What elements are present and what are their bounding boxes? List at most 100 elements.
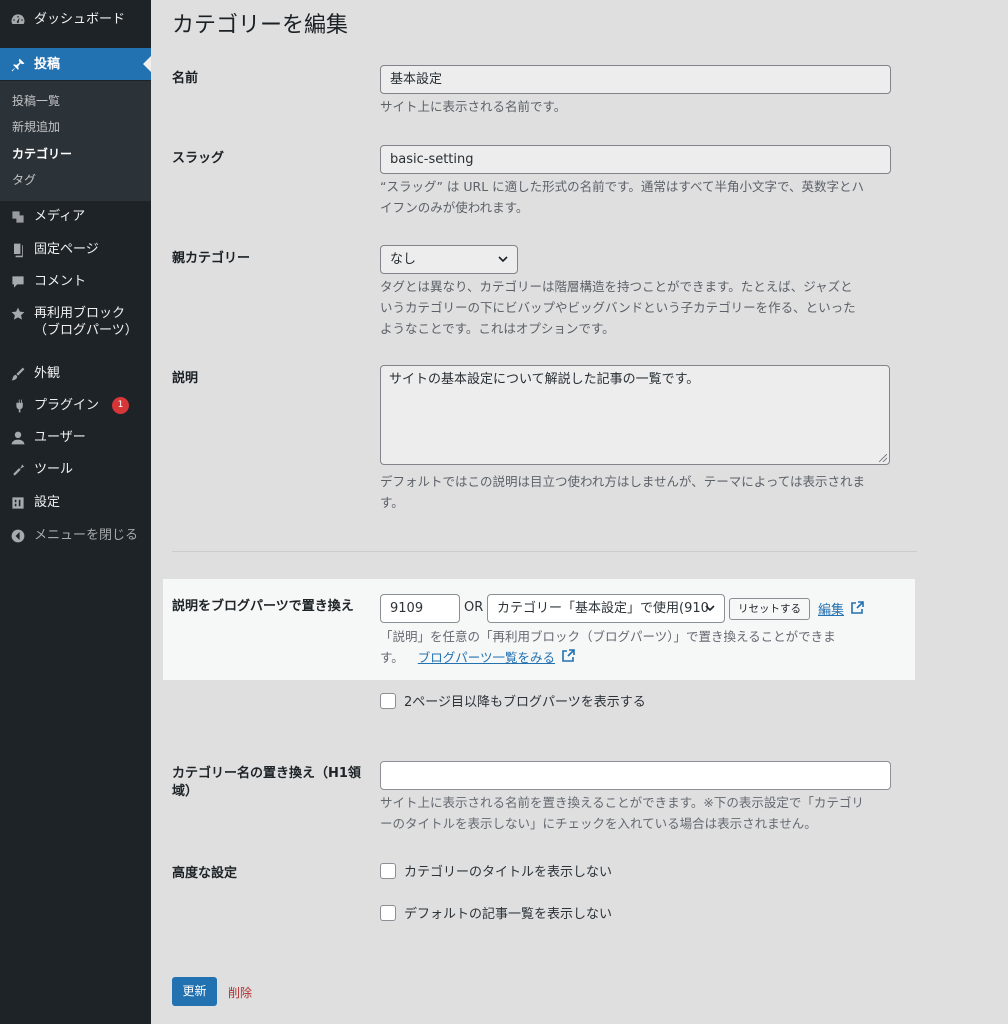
slug-desc-line-2: イフンのみが使われます。 <box>380 200 529 215</box>
menu-posts[interactable]: 投稿 <box>0 48 151 80</box>
page-title: カテゴリーを編集 <box>172 13 349 38</box>
menu-media-label: メディア <box>34 209 86 224</box>
description-help-line-1: デフォルトではこの説明は目立つ使われ方はしませんが、テーマによっては表示されま <box>380 474 866 489</box>
blockparts-select[interactable]: カテゴリー「基本設定」で使用(910 <box>487 594 725 623</box>
dashboard-icon <box>9 11 27 29</box>
pages-icon <box>9 241 27 259</box>
hide-title-label: カテゴリーのタイトルを表示しない <box>404 865 613 880</box>
menu-reusable-label-1: 再利用ブロック <box>34 306 126 321</box>
wrench-icon <box>9 461 27 479</box>
blockparts-select-value: カテゴリー「基本設定」で使用(910 <box>497 601 709 616</box>
page2-blockparts-label: 2ページ目以降もブログパーツを表示する <box>404 695 646 710</box>
h1-label-line-1: カテゴリー名の置き換え（H1領 <box>172 766 361 781</box>
menu-users-label: ユーザー <box>34 430 86 445</box>
menu-collapse-label: メニューを閉じる <box>34 528 139 543</box>
parent-desc-line-1: タグとは異なり、カテゴリーは階層構造を持つことができます。たとえば、ジャズと <box>380 279 853 294</box>
parent-desc-line-3: ようなことです。これはオプションです。 <box>380 321 615 336</box>
parent-category-value: なし <box>390 252 417 267</box>
section-divider <box>172 551 917 552</box>
hide-title-option[interactable]: カテゴリーのタイトルを表示しない <box>380 861 612 880</box>
external-link-icon <box>851 601 864 614</box>
reset-button[interactable]: リセットする <box>729 598 810 620</box>
h1-label-line-2: 域） <box>172 784 199 799</box>
menu-tools[interactable]: ツール <box>0 461 151 479</box>
main-content: カテゴリーを編集 名前 基本設定 サイト上に表示される名前です。 スラッグ ba… <box>151 0 1008 1024</box>
h1-desc-line-1: サイト上に表示される名前を置き換えることができます。※下の表示設定で「カテゴリ <box>380 795 864 810</box>
description-textarea[interactable]: サイトの基本設定について解説した記事の一覧です。 <box>380 365 890 465</box>
collapse-arrow-icon <box>9 527 27 545</box>
hide-title-checkbox[interactable] <box>380 862 396 879</box>
user-icon <box>9 429 27 447</box>
menu-dashboard[interactable]: ダッシュボード <box>0 11 151 29</box>
blockparts-description: 「説明」を任意の「再利用ブロック（ブログパーツ）」で置き換えることができま す。… <box>380 626 880 668</box>
blockparts-highlight-panel: 説明をブログパーツで置き換え 9109 OR カテゴリー「基本設定」で使用(91… <box>163 579 915 680</box>
submenu-categories[interactable]: カテゴリー <box>12 146 72 162</box>
media-icon <box>9 208 27 226</box>
page2-blockparts-checkbox[interactable] <box>380 692 396 709</box>
chevron-down-icon <box>498 256 508 263</box>
menu-posts-label: 投稿 <box>34 57 61 72</box>
h1-replace-description: サイト上に表示される名前を置き換えることができます。※下の表示設定で「カテゴリ … <box>380 792 890 834</box>
edit-link[interactable]: 編集 <box>818 599 864 618</box>
hide-list-checkbox[interactable] <box>380 904 396 921</box>
pin-icon <box>9 56 27 74</box>
menu-collapse[interactable]: メニューを閉じる <box>0 527 151 545</box>
menu-reusable-blocks[interactable]: 再利用ブロック （ブログパーツ） <box>0 305 151 339</box>
h1-replace-label: カテゴリー名の置き換え（H1領 域） <box>172 765 372 801</box>
star-icon <box>9 305 27 323</box>
slug-description: “スラッグ” は URL に適した形式の名前です。通常はすべて半角小文字で、英数… <box>380 176 890 218</box>
hide-list-option[interactable]: デフォルトの記事一覧を表示しない <box>380 903 612 922</box>
menu-users[interactable]: ユーザー <box>0 429 151 447</box>
menu-comments[interactable]: コメント <box>0 273 151 291</box>
description-label: 説明 <box>172 371 199 386</box>
submenu-add-new[interactable]: 新規追加 <box>12 119 60 135</box>
parent-desc-line-2: いうカテゴリーの下にビバップやビッグバンドという子カテゴリーを作る、といった <box>380 300 856 315</box>
menu-pages[interactable]: 固定ページ <box>0 241 151 259</box>
menu-plugins[interactable]: プラグイン 1 <box>0 397 151 415</box>
menu-reusable-label-2: （ブログパーツ） <box>34 323 138 338</box>
brush-icon <box>9 365 27 383</box>
name-field[interactable]: 基本設定 <box>380 65 891 94</box>
blockparts-desc-line-2: す。 <box>380 650 404 665</box>
menu-appearance[interactable]: 外観 <box>0 365 151 383</box>
posts-submenu: 投稿一覧 新規追加 カテゴリー タグ <box>0 81 151 201</box>
parent-category-description: タグとは異なり、カテゴリーは階層構造を持つことができます。たとえば、ジャズと い… <box>380 276 890 339</box>
description-help-line-2: す。 <box>380 495 404 510</box>
menu-dashboard-label: ダッシュボード <box>34 12 126 27</box>
description-help: デフォルトではこの説明は目立つ使われ方はしませんが、テーマによっては表示されま … <box>380 471 890 513</box>
h1-desc-line-2: ーのタイトルを表示しない」にチェックを入れている場合は表示されません。 <box>380 816 817 831</box>
menu-pages-label: 固定ページ <box>34 242 99 257</box>
resize-handle[interactable] <box>879 454 887 462</box>
hide-list-label: デフォルトの記事一覧を表示しない <box>404 907 613 922</box>
slug-field[interactable]: basic-setting <box>380 145 891 174</box>
comment-icon <box>9 273 27 291</box>
menu-settings-label: 設定 <box>34 495 61 510</box>
external-link-icon <box>562 649 575 662</box>
blockparts-label: 説明をブログパーツで置き換え <box>172 599 354 614</box>
slug-desc-line-1: “スラッグ” は URL に適した形式の名前です。通常はすべて半角小文字で、英数… <box>380 179 865 194</box>
submenu-all-posts[interactable]: 投稿一覧 <box>12 93 60 109</box>
menu-plugins-label: プラグイン <box>34 398 100 413</box>
page2-blockparts-option[interactable]: 2ページ目以降もブログパーツを表示する <box>380 691 646 710</box>
or-label: OR <box>464 600 484 615</box>
submenu-tags[interactable]: タグ <box>12 172 36 188</box>
update-button[interactable]: 更新 <box>172 977 217 1006</box>
advanced-settings-label: 高度な設定 <box>172 866 238 881</box>
menu-media[interactable]: メディア <box>0 208 151 226</box>
menu-tools-label: ツール <box>34 462 74 477</box>
admin-sidebar: ダッシュボード 投稿 投稿一覧 新規追加 カテゴリー タグ メディア 固定ページ… <box>0 0 151 1024</box>
parent-category-label: 親カテゴリー <box>172 251 251 266</box>
h1-replace-field[interactable] <box>380 761 891 790</box>
name-label: 名前 <box>172 71 199 86</box>
parent-category-select[interactable]: なし <box>380 245 518 274</box>
blockparts-desc-line-1: 「説明」を任意の「再利用ブロック（ブログパーツ）」で置き換えることができま <box>380 629 836 644</box>
description-text: サイトの基本設定について解説した記事の一覧です。 <box>389 372 700 387</box>
menu-settings[interactable]: 設定 <box>0 494 151 512</box>
menu-appearance-label: 外観 <box>34 366 61 381</box>
plugin-icon <box>9 397 27 415</box>
plugin-update-badge: 1 <box>112 397 130 414</box>
blockparts-list-link[interactable]: ブログパーツ一覧をみる <box>418 649 575 665</box>
edit-link-text: 編集 <box>818 603 845 618</box>
blockparts-id-field[interactable]: 9109 <box>380 594 460 623</box>
delete-link[interactable]: 削除 <box>228 984 252 1001</box>
